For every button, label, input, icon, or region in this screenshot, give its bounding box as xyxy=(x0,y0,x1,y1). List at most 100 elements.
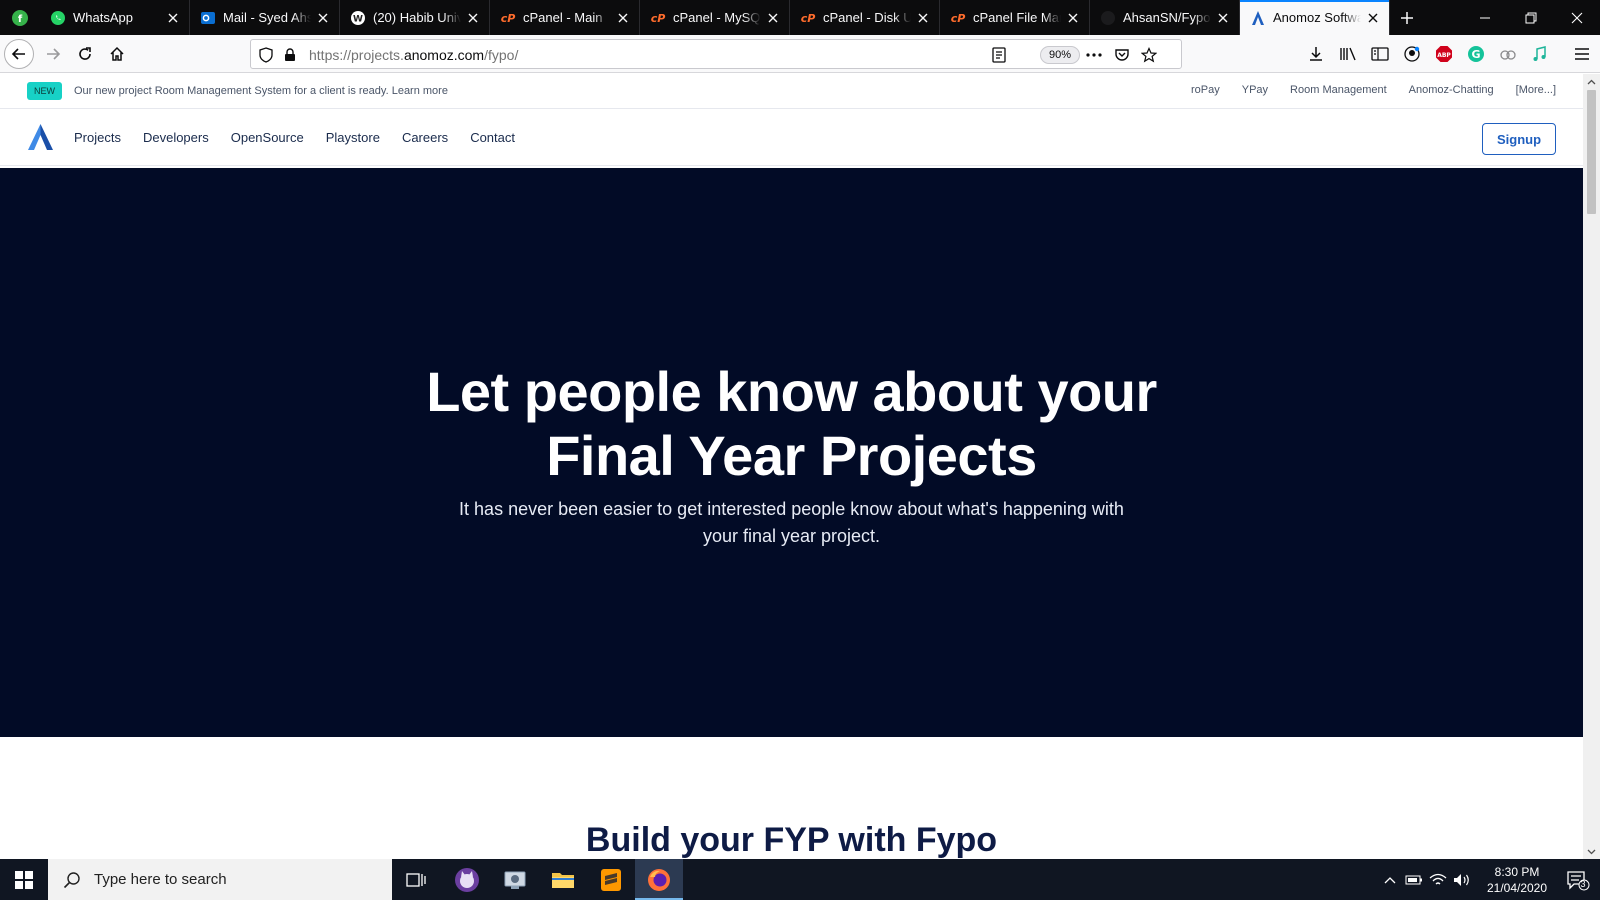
close-tab-icon[interactable] xyxy=(315,10,331,26)
link-room-management[interactable]: Room Management xyxy=(1290,84,1387,96)
tab-cpanel-disk-usage[interactable]: cP cPanel - Disk Usage xyxy=(790,0,940,35)
cpanel-icon: cP xyxy=(500,10,516,26)
page-actions-menu-icon[interactable] xyxy=(1085,46,1103,64)
svg-text:cP: cP xyxy=(951,12,966,25)
minimize-button[interactable] xyxy=(1462,0,1508,35)
link-ypay[interactable]: YPay xyxy=(1242,84,1268,96)
adblock-plus-icon[interactable]: ABP xyxy=(1434,44,1454,64)
restore-button[interactable] xyxy=(1508,0,1554,35)
tab-anomoz-software[interactable]: Anomoz Software xyxy=(1240,0,1390,35)
tab-mail[interactable]: Mail - Syed Ahsan xyxy=(190,0,340,35)
grammarly-icon[interactable]: G xyxy=(1466,44,1486,64)
hero-subtitle: It has never been easier to get interest… xyxy=(0,496,1583,550)
close-tab-icon[interactable] xyxy=(1065,10,1081,26)
signup-button[interactable]: Signup xyxy=(1482,123,1556,155)
wifi-icon[interactable] xyxy=(1428,870,1448,890)
nav-projects[interactable]: Projects xyxy=(74,130,121,145)
search-icon xyxy=(62,870,82,890)
url-bar[interactable]: https://projects.anomoz.com/fypo/ 90% xyxy=(250,39,1182,69)
plus-icon xyxy=(1401,11,1413,24)
nav-playstore[interactable]: Playstore xyxy=(326,130,380,145)
close-tab-icon[interactable] xyxy=(1365,10,1381,26)
taskbar-app-file-explorer[interactable] xyxy=(539,859,587,900)
tab-github-fypo[interactable]: AhsanSN/Fypo xyxy=(1090,0,1240,35)
reader-view-icon[interactable] xyxy=(990,46,1008,64)
forward-button[interactable] xyxy=(38,39,68,69)
extension-cloud-icon[interactable] xyxy=(1498,44,1518,64)
close-tab-icon[interactable] xyxy=(165,10,181,26)
tab-cpanel-file-manager[interactable]: cP cPanel File Manager xyxy=(940,0,1090,35)
pocket-icon[interactable] xyxy=(1113,46,1131,64)
search-placeholder: Type here to search xyxy=(94,871,227,888)
windows-taskbar: Type here to search 8:30 PM 21/04/2020 3 xyxy=(0,859,1600,900)
close-tab-icon[interactable] xyxy=(615,10,631,26)
scroll-up-arrow-icon[interactable] xyxy=(1587,77,1596,86)
taskbar-app-sublime-text[interactable] xyxy=(587,859,635,900)
bookmark-star-icon[interactable] xyxy=(1140,46,1158,64)
battery-icon[interactable] xyxy=(1404,870,1424,890)
link-ropay[interactable]: roPay xyxy=(1191,84,1220,96)
anomoz-logo-icon[interactable] xyxy=(27,123,54,156)
scroll-down-arrow-icon[interactable] xyxy=(1587,847,1596,856)
tab-title: cPanel - Main xyxy=(523,10,603,25)
anomoz-icon xyxy=(1250,10,1266,26)
home-icon xyxy=(110,46,124,61)
close-tab-icon[interactable] xyxy=(1215,10,1231,26)
show-hidden-icons-icon[interactable] xyxy=(1380,870,1400,890)
close-tab-icon[interactable] xyxy=(465,10,481,26)
nav-opensource[interactable]: OpenSource xyxy=(231,130,304,145)
tab-whatsapp[interactable]: WhatsApp xyxy=(40,0,190,35)
action-center-button[interactable]: 3 xyxy=(1565,870,1591,891)
firefox-icon xyxy=(648,868,670,891)
zoom-indicator[interactable]: 90% xyxy=(1040,46,1081,64)
reload-button[interactable] xyxy=(70,39,100,69)
nav-careers[interactable]: Careers xyxy=(402,130,448,145)
close-icon xyxy=(1571,12,1583,23)
volume-icon[interactable] xyxy=(1452,870,1472,890)
new-tab-button[interactable] xyxy=(1390,0,1424,35)
restore-icon xyxy=(1525,12,1537,23)
nav-developers[interactable]: Developers xyxy=(143,130,209,145)
close-tab-icon[interactable] xyxy=(765,10,781,26)
taskbar-app-utility[interactable] xyxy=(491,859,539,900)
tab-title: cPanel File Manager xyxy=(973,10,1061,25)
account-icon[interactable] xyxy=(1402,44,1422,64)
hamburger-menu-icon[interactable] xyxy=(1572,44,1592,64)
close-tab-icon[interactable] xyxy=(915,10,931,26)
start-button[interactable] xyxy=(0,859,48,900)
lock-icon[interactable] xyxy=(281,46,299,64)
folder-icon xyxy=(552,872,574,888)
taskbar-app-cat[interactable] xyxy=(443,859,491,900)
tab-title: Mail - Syed Ahsan xyxy=(223,10,311,25)
nav-contact[interactable]: Contact xyxy=(470,130,515,145)
sidebar-icon[interactable] xyxy=(1370,44,1390,64)
announcement-text[interactable]: Our new project Room Management System f… xyxy=(74,85,448,97)
web-page: NEW Our new project Room Management Syst… xyxy=(0,74,1583,859)
tracking-protection-shield-icon[interactable] xyxy=(257,46,275,64)
close-window-button[interactable] xyxy=(1554,0,1600,35)
tab-title: Anomoz Software xyxy=(1273,10,1361,25)
taskbar-search-box[interactable]: Type here to search xyxy=(48,859,392,900)
back-arrow-icon xyxy=(11,48,25,60)
home-button[interactable] xyxy=(102,39,132,69)
library-icon[interactable] xyxy=(1338,44,1358,64)
back-button[interactable] xyxy=(4,39,34,69)
notification-count: 3 xyxy=(1580,879,1586,889)
downloads-icon[interactable] xyxy=(1306,44,1326,64)
tab-habib-university[interactable]: W (20) Habib University xyxy=(340,0,490,35)
task-view-button[interactable] xyxy=(392,859,440,900)
link-anomoz-chatting[interactable]: Anomoz-Chatting xyxy=(1409,84,1494,96)
music-extension-icon[interactable] xyxy=(1530,44,1550,64)
link-more[interactable]: [More...] xyxy=(1516,84,1556,96)
whatsapp-icon xyxy=(50,10,66,26)
new-badge: NEW xyxy=(27,82,62,100)
page-scrollbar[interactable] xyxy=(1583,74,1600,859)
scroll-thumb[interactable] xyxy=(1587,90,1596,214)
svg-text:ABP: ABP xyxy=(1437,52,1451,59)
tab-cpanel-main[interactable]: cP cPanel - Main xyxy=(490,0,640,35)
tab-cpanel-mysql[interactable]: cP cPanel - MySQL xyxy=(640,0,790,35)
svg-text:cP: cP xyxy=(801,12,816,25)
taskbar-app-firefox[interactable] xyxy=(635,859,683,900)
pinned-tab[interactable]: f xyxy=(0,0,40,35)
taskbar-clock[interactable]: 8:30 PM 21/04/2020 xyxy=(1472,864,1562,896)
